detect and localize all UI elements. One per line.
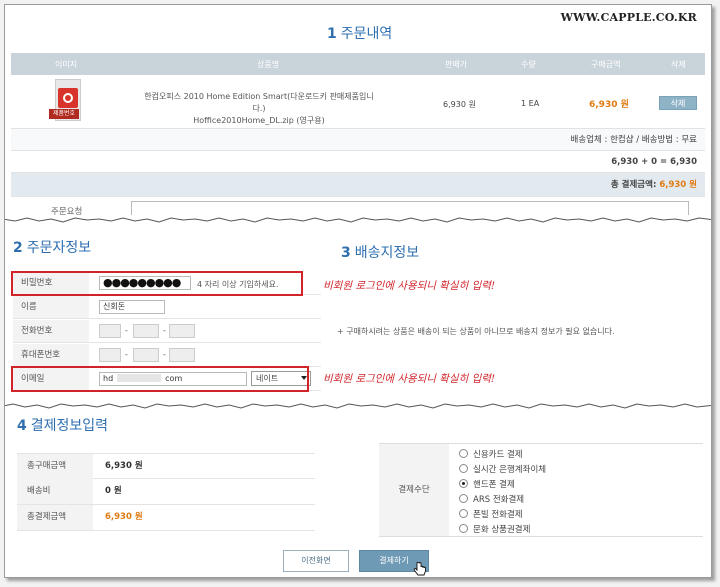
orderer-section-title: 2 주문자정보 bbox=[13, 237, 91, 257]
method-credit-card[interactable]: 신용카드 결제 bbox=[459, 449, 523, 462]
col-price: 판매가 bbox=[445, 60, 468, 69]
payment-row-subtotal: 총구매금액 6,930 원 bbox=[17, 453, 315, 479]
subtotal-value: 6,930 원 bbox=[105, 461, 143, 471]
radio-icon bbox=[459, 464, 468, 473]
payment-section-title: 4 결제정보입력 bbox=[17, 415, 108, 435]
col-total: 구매금액 bbox=[591, 60, 621, 69]
grand-total-label: 총결제금액 bbox=[17, 505, 93, 530]
product-name-line2: Hoffice2010Home_DL.zip (영구용) bbox=[193, 116, 325, 125]
method-label: 폰빌 전화결제 bbox=[473, 510, 523, 520]
mobile-field-3[interactable] bbox=[169, 348, 195, 362]
order-section-label: 주문내역 bbox=[340, 26, 393, 42]
radio-icon bbox=[459, 524, 468, 533]
phone-row: 전화번호 - - bbox=[13, 320, 321, 343]
order-section-number: 1 bbox=[327, 26, 337, 42]
email-highlight-box bbox=[11, 366, 309, 392]
mobile-label: 휴대폰번호 bbox=[13, 344, 89, 366]
sum-line: 6,930 + 0 = 6,930 bbox=[11, 151, 705, 173]
password-highlight-box bbox=[11, 271, 303, 296]
phone-field-1[interactable] bbox=[99, 324, 121, 338]
method-phonebill[interactable]: 폰빌 전화결제 bbox=[459, 509, 523, 522]
radio-icon bbox=[459, 449, 468, 458]
phone-field-3[interactable] bbox=[169, 324, 195, 338]
shipping-section-title: 3 배송지정보 bbox=[341, 242, 419, 262]
method-culture-voucher[interactable]: 문화 상품권결제 bbox=[459, 524, 530, 537]
method-label: 핸드폰 결제 bbox=[473, 480, 515, 490]
method-mobile[interactable]: 핸드폰 결제 bbox=[459, 479, 515, 492]
name-field[interactable]: 신회돈 bbox=[99, 300, 165, 314]
radio-icon bbox=[459, 494, 468, 503]
orderer-section-label: 주문자정보 bbox=[26, 240, 92, 256]
prev-button[interactable]: 이전화면 bbox=[283, 550, 349, 572]
orderer-section-number: 2 bbox=[13, 240, 23, 256]
order-table-header: 이미지 상품명 판매가 수량 구매금액 삭제 bbox=[11, 53, 705, 75]
total-payment-label: 총 결제금액: bbox=[610, 180, 657, 190]
phone-dash-2: - bbox=[163, 326, 166, 335]
subtotal-label: 총구매금액 bbox=[17, 454, 93, 479]
product-qty: 1 EA bbox=[521, 99, 540, 108]
torn-edge-divider-2 bbox=[5, 401, 711, 411]
col-product: 상품명 bbox=[257, 60, 280, 69]
payment-row-total: 총결제금액 6,930 원 bbox=[17, 505, 315, 531]
torn-edge-divider bbox=[5, 215, 711, 225]
col-delete: 삭제 bbox=[671, 60, 686, 69]
col-image: 이미지 bbox=[55, 60, 78, 69]
email-annotation: 비회원 로그인에 사용되니 확실히 입력! bbox=[323, 373, 496, 385]
delete-button[interactable]: 삭제 bbox=[659, 96, 697, 110]
name-label: 이름 bbox=[13, 296, 89, 318]
mobile-dash-2: - bbox=[163, 350, 166, 359]
product-badge: 제품번호 bbox=[49, 109, 79, 119]
hand-cursor-icon bbox=[413, 562, 426, 576]
shipping-section-label: 배송지정보 bbox=[354, 245, 420, 261]
method-label: ARS 전화결제 bbox=[473, 495, 525, 505]
mobile-row: 휴대폰번호 - - bbox=[13, 344, 321, 367]
product-image[interactable]: 제품번호 bbox=[49, 79, 85, 125]
shipping-note: + 구매하시려는 상품은 배송이 되는 상품이 아니므로 배송지 정보가 필요 … bbox=[337, 327, 615, 336]
phone-label: 전화번호 bbox=[13, 320, 89, 342]
method-label: 실시간 은행계좌이체 bbox=[473, 465, 547, 475]
method-ars[interactable]: ARS 전화결제 bbox=[459, 494, 524, 507]
shipping-fee-label: 배송비 bbox=[17, 479, 93, 504]
order-section-title: 1 주문내역 bbox=[327, 23, 392, 43]
payment-section-number: 4 bbox=[17, 418, 27, 434]
radio-selected-icon bbox=[459, 479, 468, 488]
total-payment-row: 총 결제금액: 6,930 원 bbox=[11, 173, 705, 197]
phone-dash-1: - bbox=[125, 326, 128, 335]
mobile-field-1[interactable] bbox=[99, 348, 121, 362]
password-annotation: 비회원 로그인에 사용되니 확실히 입력! bbox=[323, 280, 496, 292]
total-payment-amount: 6,930 원 bbox=[659, 180, 697, 190]
grand-total-value: 6,930 원 bbox=[105, 512, 143, 522]
product-name-line1: 한컴오피스 2010 Home Edition Smart(다운로드키 판매제품… bbox=[144, 92, 374, 113]
method-bank-transfer[interactable]: 실시간 은행계좌이체 bbox=[459, 464, 546, 477]
mobile-field-2[interactable] bbox=[133, 348, 159, 362]
product-price: 6,930 원 bbox=[443, 100, 476, 109]
method-label: 신용카드 결제 bbox=[473, 450, 523, 460]
shipping-fee-value: 0 원 bbox=[105, 486, 122, 496]
product-total: 6,930 원 bbox=[589, 100, 629, 110]
mobile-dash-1: - bbox=[125, 350, 128, 359]
radio-icon bbox=[459, 509, 468, 518]
order-row: 제품번호 한컴오피스 2010 Home Edition Smart(다운로드키… bbox=[11, 75, 705, 129]
col-qty: 수량 bbox=[521, 60, 536, 69]
method-label: 문화 상품권결제 bbox=[473, 525, 531, 535]
payment-method-label: 결제수단 bbox=[379, 444, 449, 536]
payment-section-label: 결제정보입력 bbox=[30, 418, 109, 434]
product-name[interactable]: 한컴오피스 2010 Home Edition Smart(다운로드키 판매제품… bbox=[139, 91, 379, 127]
payment-method-box: 결제수단 신용카드 결제 실시간 은행계좌이체 핸드폰 결제 ARS 전화결제 … bbox=[379, 443, 703, 537]
payment-row-shipping: 배송비 0 원 bbox=[17, 479, 315, 505]
phone-field-2[interactable] bbox=[133, 324, 159, 338]
watermark: WWW.CAPPLE.CO.KR bbox=[560, 11, 697, 24]
page-frame: WWW.CAPPLE.CO.KR 1 주문내역 이미지 상품명 판매가 수량 구매… bbox=[4, 4, 712, 578]
shipping-info: 배송업체 : 한컴샵 / 배송방법 : 무료 bbox=[11, 129, 705, 151]
shipping-section-number: 3 bbox=[341, 245, 351, 261]
name-row: 이름 신회돈 bbox=[13, 296, 321, 319]
